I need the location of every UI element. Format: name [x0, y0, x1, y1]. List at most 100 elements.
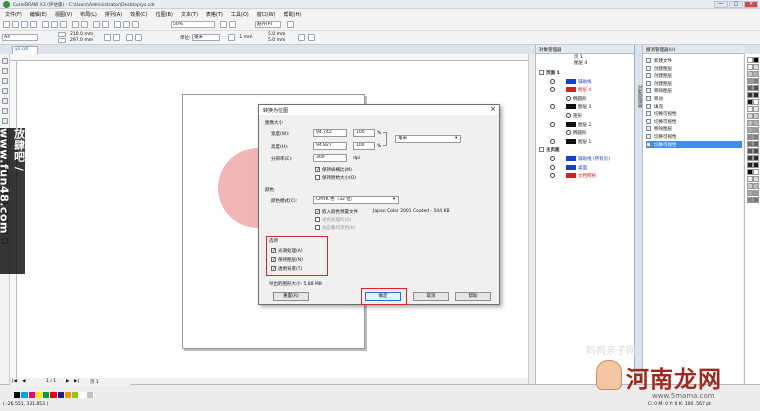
palette-swatch[interactable]: [753, 64, 759, 70]
pick-tool-icon[interactable]: [2, 58, 8, 64]
undo-icon[interactable]: [72, 21, 79, 28]
menu-edit[interactable]: 编辑(E): [27, 11, 50, 18]
object-row-layer[interactable]: 图层 4: [536, 86, 635, 94]
document-color-swatch[interactable]: [35, 392, 44, 398]
snap-dropdown[interactable]: 贴齐(P): [255, 21, 281, 28]
object-manager-side-tab[interactable]: 对象管理器: [634, 45, 642, 384]
portrait-icon[interactable]: [104, 34, 111, 41]
width-input[interactable]: 94.742: [313, 129, 347, 137]
dithered-checkbox[interactable]: [315, 217, 320, 222]
object-row-item[interactable]: 椭圆形: [536, 95, 635, 103]
palette-swatch[interactable]: [753, 148, 759, 154]
menu-tools[interactable]: 工具(O): [228, 11, 252, 18]
visibility-eye-icon[interactable]: [550, 164, 555, 170]
visibility-eye-icon[interactable]: [550, 121, 555, 127]
embed-profile-checkbox[interactable]: [315, 209, 320, 214]
visibility-eye-icon[interactable]: [550, 104, 555, 110]
palette-swatch[interactable]: [753, 176, 759, 182]
page-tab[interactable]: 页 1: [90, 379, 99, 385]
open-file-icon[interactable]: [12, 21, 19, 28]
horizontal-ruler[interactable]: [10, 54, 528, 61]
menu-text[interactable]: 文本(T): [178, 11, 201, 18]
resolution-input[interactable]: 300: [313, 154, 347, 162]
minimize-button[interactable]: —: [714, 1, 728, 8]
expand-toggle-icon[interactable]: [539, 70, 544, 75]
options-icon[interactable]: [287, 21, 294, 28]
object-row-layer[interactable]: 文档网格: [536, 172, 635, 180]
visibility-eye-icon[interactable]: [550, 173, 555, 179]
wireframe-icon[interactable]: [229, 21, 236, 28]
overprint-black-checkbox[interactable]: [315, 225, 320, 230]
page-size-select[interactable]: A4: [2, 34, 38, 41]
menu-view[interactable]: 视图(V): [52, 11, 75, 18]
menu-table[interactable]: 表格(T): [203, 11, 226, 18]
save-icon[interactable]: [21, 21, 28, 28]
visibility-eye-icon[interactable]: [550, 87, 555, 93]
palette-swatch[interactable]: [753, 92, 759, 98]
document-color-swatch[interactable]: [43, 392, 51, 398]
keep-ratio-checkbox[interactable]: [315, 167, 320, 172]
menu-help[interactable]: 帮助(H): [281, 11, 305, 18]
last-page-button[interactable]: ▶|: [74, 379, 79, 384]
unit-select-arrow-icon[interactable]: ▾: [455, 136, 457, 141]
history-item[interactable]: 创建图层: [646, 72, 742, 79]
maximize-button[interactable]: □: [729, 1, 743, 8]
document-color-swatch[interactable]: [50, 392, 58, 398]
print-icon[interactable]: [30, 21, 37, 28]
crop-tool-icon[interactable]: [2, 78, 8, 84]
history-item[interactable]: 填充: [646, 103, 742, 110]
palette-swatch[interactable]: [753, 155, 759, 161]
help-button[interactable]: 帮助: [455, 292, 491, 301]
visibility-eye-icon[interactable]: [550, 156, 555, 161]
import-icon[interactable]: [93, 21, 100, 28]
document-color-swatch[interactable]: [64, 392, 73, 398]
color-mode-select[interactable]: CMYK 色（32 位）: [313, 196, 399, 204]
prev-page-button[interactable]: ◀: [22, 379, 25, 384]
paste-icon[interactable]: [60, 21, 67, 28]
history-item[interactable]: 移除图层: [646, 125, 742, 132]
palette-swatch[interactable]: [753, 113, 759, 119]
app-launcher-icon[interactable]: [114, 21, 121, 28]
keep-original-size-checkbox[interactable]: [315, 175, 320, 180]
page-width[interactable]: 210.0 mm: [70, 32, 93, 37]
current-page-icon[interactable]: [135, 34, 142, 41]
smart-fill-icon[interactable]: [2, 108, 8, 114]
history-item[interactable]: 创建图层: [646, 80, 742, 87]
menu-window[interactable]: 窗口(W): [254, 11, 279, 18]
shape-tool-icon[interactable]: [2, 68, 8, 74]
treat-as-filled-icon[interactable]: [298, 34, 305, 41]
object-row-layer[interactable]: 桌面: [536, 164, 635, 172]
next-page-button[interactable]: ▶: [66, 379, 69, 384]
copy-icon[interactable]: [51, 21, 58, 28]
rectangle-tool-icon[interactable]: [2, 118, 8, 124]
menu-file[interactable]: 文件(F): [2, 11, 25, 18]
history-item[interactable]: 新建文件: [646, 57, 742, 64]
history-item[interactable]: 移除图层: [646, 87, 742, 94]
menu-effects[interactable]: 效果(C): [127, 11, 150, 18]
history-item[interactable]: 切换可视性: [646, 140, 742, 148]
palette-swatch[interactable]: [753, 78, 759, 84]
object-row-layer[interactable]: 图层 2: [536, 121, 635, 129]
zoom-select[interactable]: 50%: [171, 21, 215, 28]
menu-bitmaps[interactable]: 位图(B): [153, 11, 176, 18]
palette-swatch[interactable]: [753, 169, 759, 175]
unit-select[interactable]: 毫米: [395, 135, 461, 143]
object-row-item[interactable]: 椭圆形: [536, 129, 635, 137]
object-row-layer[interactable]: 辅助线 (所有页): [536, 155, 635, 163]
dialog-close-button[interactable]: ×: [490, 106, 496, 113]
document-color-swatch[interactable]: [14, 392, 22, 398]
palette-swatch[interactable]: [753, 71, 759, 77]
all-pages-icon[interactable]: [126, 34, 133, 41]
corel-online-icon[interactable]: [132, 21, 139, 28]
freehand-tool-icon[interactable]: [2, 98, 8, 104]
history-item[interactable]: 切换可视性: [646, 118, 742, 125]
palette-swatch[interactable]: [753, 197, 759, 203]
palette-swatch[interactable]: [753, 99, 759, 105]
object-row-layer[interactable]: 辅助线: [536, 78, 635, 86]
document-tab[interactable]: ys.cdr: [12, 46, 38, 54]
redo-icon[interactable]: [81, 21, 88, 28]
menu-arrange[interactable]: 排列(A): [102, 11, 125, 18]
color-mode-arrow-icon[interactable]: ▾: [393, 197, 395, 202]
full-screen-icon[interactable]: [220, 21, 227, 28]
document-color-swatch[interactable]: [57, 392, 65, 398]
